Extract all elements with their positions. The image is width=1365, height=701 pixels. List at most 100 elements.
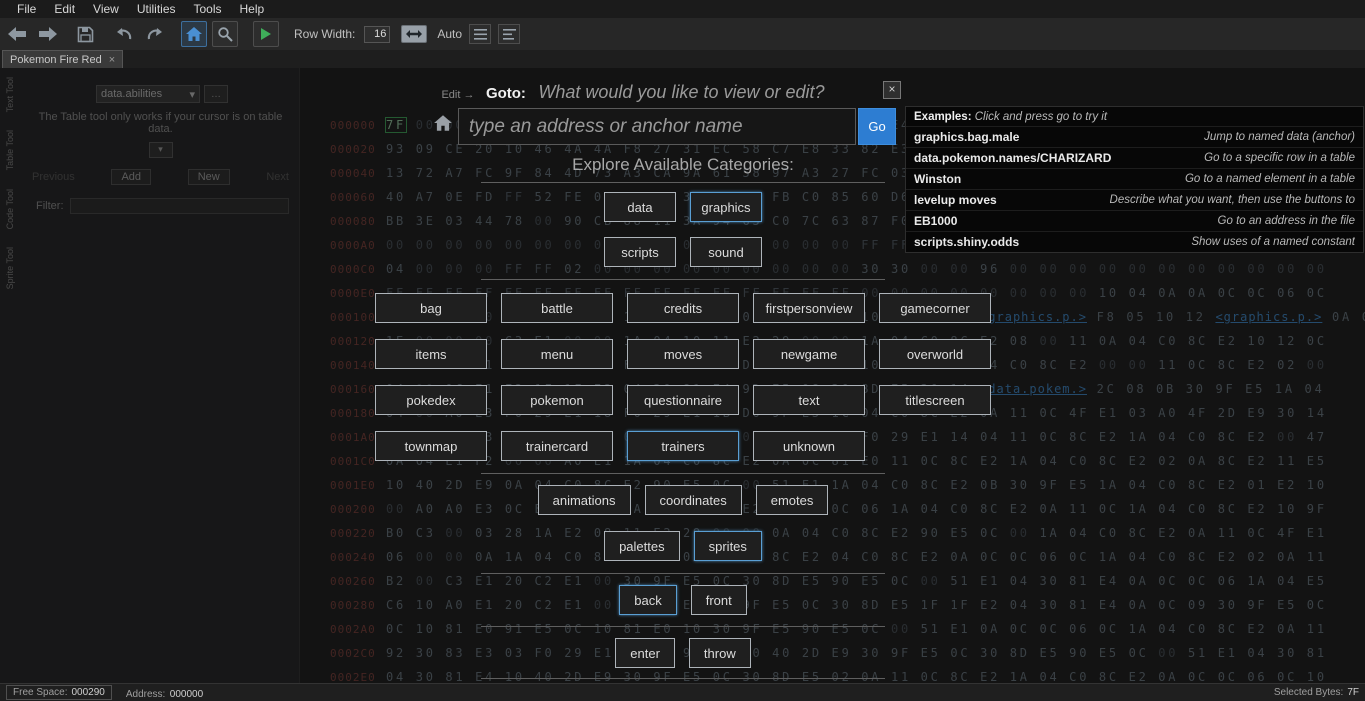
goto-header: Edit → Goto: What would you like to view… <box>373 82 893 103</box>
redo-icon <box>146 27 164 41</box>
selected-bytes-label: Selected Bytes: <box>1274 687 1343 698</box>
category-gamecorner-button[interactable]: gamecorner <box>879 293 991 323</box>
goto-subtitle: What would you like to view or edit? <box>538 82 824 102</box>
goto-overlay: × Edit → Goto: What would you like to vi… <box>0 68 1365 683</box>
go-button[interactable]: Go <box>858 108 896 145</box>
menu-utilities[interactable]: Utilities <box>128 2 185 16</box>
category-row: enter throw <box>325 638 1041 668</box>
example-description: Show uses of a named constant <box>1191 236 1355 248</box>
undo-button[interactable] <box>111 21 137 47</box>
category-unknown-button[interactable]: unknown <box>753 431 865 461</box>
tab-title: Pokemon Fire Red <box>10 54 102 66</box>
play-icon <box>260 27 272 41</box>
menu-help[interactable]: Help <box>231 2 274 16</box>
forward-button[interactable] <box>35 21 61 47</box>
free-space-value: 000290 <box>71 687 104 698</box>
example-description: Go to an address in the file <box>1218 215 1355 227</box>
run-button[interactable] <box>253 21 279 47</box>
category-palettes-button[interactable]: palettes <box>604 531 680 561</box>
undo-icon <box>115 27 133 41</box>
example-description: Go to a specific row in a table <box>1204 152 1355 164</box>
save-icon <box>77 26 94 43</box>
category-pokedex-button[interactable]: pokedex <box>375 385 487 415</box>
category-enter-button[interactable]: enter <box>615 638 675 668</box>
category-titlescreen-button[interactable]: titlescreen <box>879 385 991 415</box>
category-animations-button[interactable]: animations <box>538 485 631 515</box>
even-columns-button[interactable] <box>469 24 491 44</box>
goto-address-input[interactable] <box>458 108 856 145</box>
category-front-button[interactable]: front <box>691 585 747 615</box>
row-width-input[interactable] <box>364 26 390 43</box>
search-button[interactable] <box>212 21 238 47</box>
menu-edit[interactable]: Edit <box>45 2 84 16</box>
category-bag-button[interactable]: bag <box>375 293 487 323</box>
category-pokemon-button[interactable]: pokemon <box>501 385 613 415</box>
category-questionnaire-button[interactable]: questionnaire <box>627 385 739 415</box>
category-row: back front <box>325 585 1041 615</box>
category-sound-button[interactable]: sound <box>690 237 762 267</box>
category-credits-button[interactable]: credits <box>627 293 739 323</box>
category-items-button[interactable]: items <box>375 339 487 369</box>
tab-close-icon[interactable]: × <box>109 54 115 66</box>
divider <box>481 279 885 280</box>
status-bar: Free Space: 000290 Address: 000000 Selec… <box>0 683 1365 701</box>
divider <box>481 678 885 679</box>
category-coordinates-button[interactable]: coordinates <box>645 485 742 515</box>
category-row: scripts sound <box>325 237 1041 267</box>
fit-width-button[interactable] <box>401 25 427 43</box>
category-trainers-button[interactable]: trainers <box>627 431 739 461</box>
menu-tools[interactable]: Tools <box>185 2 231 16</box>
category-scripts-button[interactable]: scripts <box>604 237 676 267</box>
selected-bytes-value: 7F <box>1347 687 1359 698</box>
divider <box>481 182 885 183</box>
back-button[interactable] <box>4 21 30 47</box>
category-firstpersonview-button[interactable]: firstpersonview <box>753 293 865 323</box>
menu-file[interactable]: File <box>8 2 45 16</box>
category-moves-button[interactable]: moves <box>627 339 739 369</box>
category-townmap-button[interactable]: townmap <box>375 431 487 461</box>
home-icon <box>185 26 203 42</box>
category-row: palettes sprites <box>325 531 1041 561</box>
search-icon <box>217 26 233 42</box>
category-throw-button[interactable]: throw <box>689 638 751 668</box>
category-battle-button[interactable]: battle <box>501 293 613 323</box>
save-button[interactable] <box>72 21 98 47</box>
tab-pokemon-fire-red[interactable]: Pokemon Fire Red × <box>2 50 123 68</box>
example-description: Go to a named element in a table <box>1185 173 1355 185</box>
menu-bar: FileEditViewUtilitiesToolsHelp <box>0 0 1365 18</box>
category-overworld-button[interactable]: overworld <box>879 339 991 369</box>
category-sprites-button[interactable]: sprites <box>694 531 762 561</box>
free-space-label: Free Space: <box>13 687 67 698</box>
category-data-button[interactable]: data <box>604 192 676 222</box>
address-value: 000000 <box>170 689 203 700</box>
category-menu-button[interactable]: menu <box>501 339 613 369</box>
lines-even-icon <box>474 29 487 40</box>
category-newgame-button[interactable]: newgame <box>753 339 865 369</box>
toolbar: Row Width: Auto <box>0 18 1365 50</box>
forward-arrow-icon <box>38 26 58 42</box>
example-row[interactable]: graphics.bag.maleJump to named data (anc… <box>906 126 1363 147</box>
compact-columns-button[interactable] <box>498 24 520 44</box>
home-icon <box>433 114 453 137</box>
horizontal-resize-icon <box>406 29 422 39</box>
categories-heading: Explore Available Categories: <box>325 154 1041 176</box>
category-emotes-button[interactable]: emotes <box>756 485 829 515</box>
category-text-button[interactable]: text <box>753 385 865 415</box>
back-arrow-icon <box>7 26 27 42</box>
examples-header-bold: Examples: <box>914 111 972 123</box>
category-graphics-button[interactable]: graphics <box>690 192 762 222</box>
example-description: Describe what you want, then use the but… <box>1110 194 1355 206</box>
category-row: data graphics <box>325 192 1041 222</box>
category-trainercard-button[interactable]: trainercard <box>501 431 613 461</box>
goto-edit-label: Edit → <box>441 89 474 101</box>
menu-view[interactable]: View <box>84 2 128 16</box>
example-description: Jump to named data (anchor) <box>1204 131 1355 143</box>
app-window: FileEditViewUtilitiesToolsHelp Row Width… <box>0 0 1365 701</box>
goto-title: Goto: <box>486 85 526 102</box>
home-button[interactable] <box>181 21 207 47</box>
free-space-indicator: Free Space: 000290 <box>6 685 112 700</box>
redo-button[interactable] <box>142 21 168 47</box>
main-area: Text ToolTable ToolCode ToolSprite Tool … <box>0 68 1365 683</box>
address-label: Address: <box>126 689 165 700</box>
category-back-button[interactable]: back <box>619 585 676 615</box>
